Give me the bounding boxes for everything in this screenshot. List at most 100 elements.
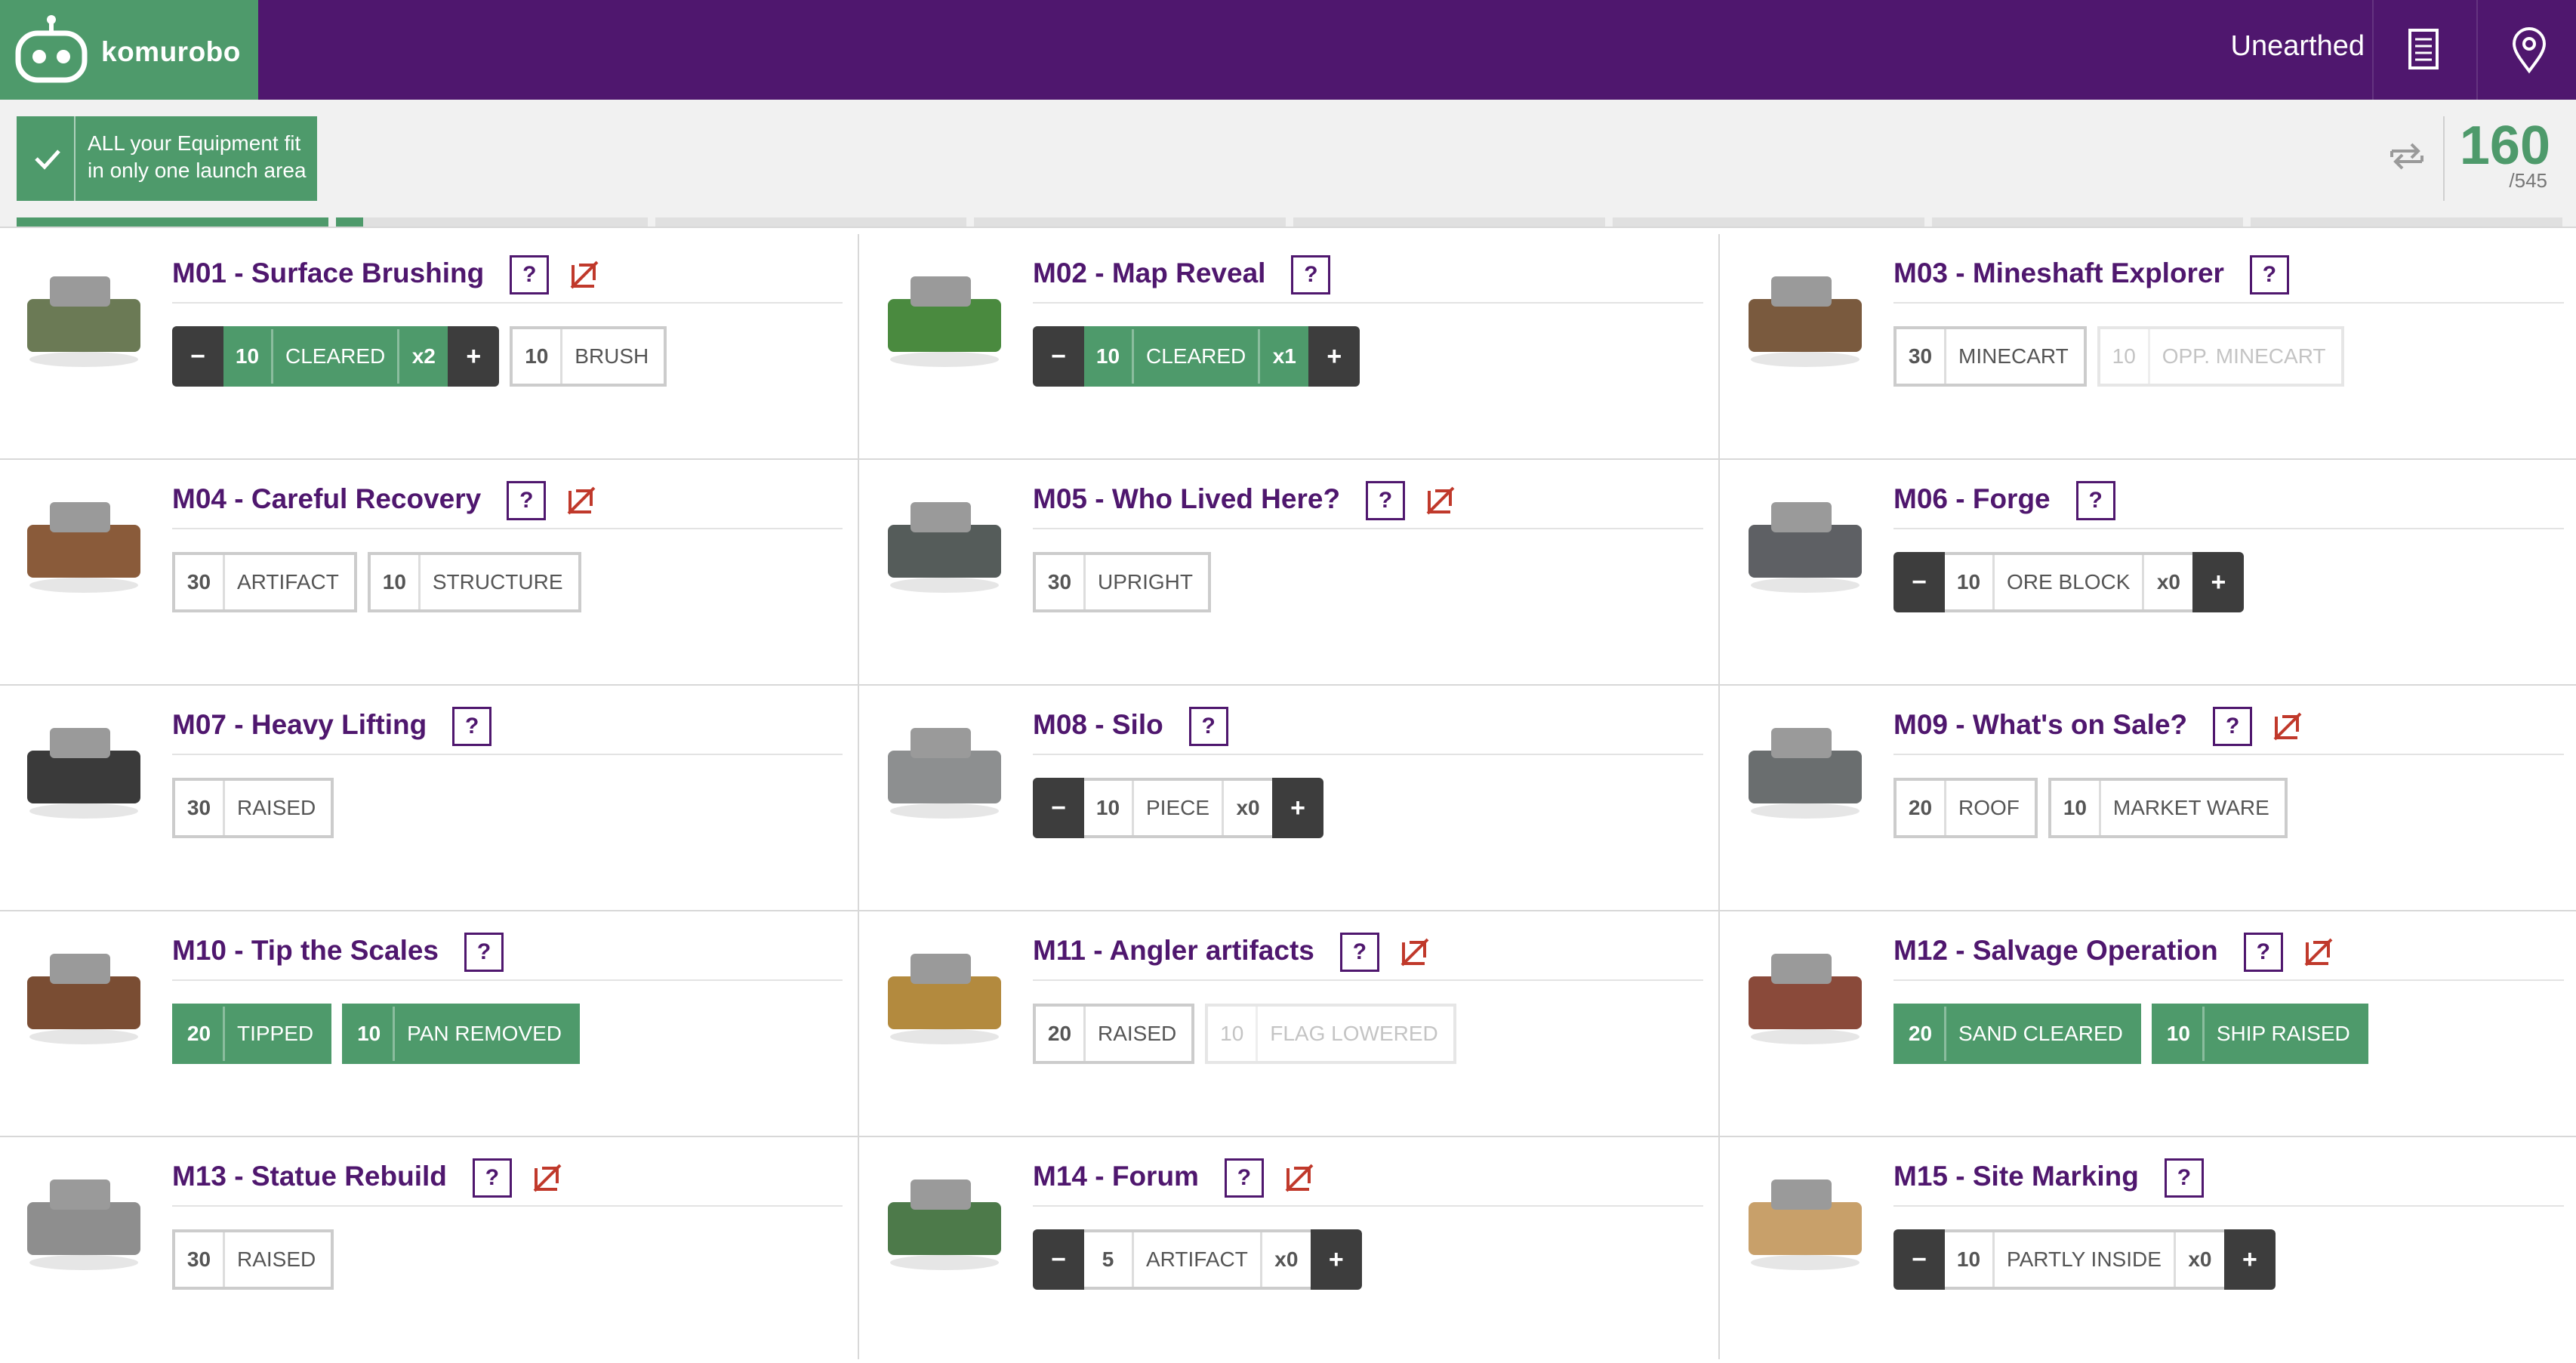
task-toggle[interactable]: 10 STRUCTURE — [367, 552, 581, 612]
mission-card-m13: M13 - Statue Rebuild? 30 RAISED — [0, 1137, 859, 1363]
header-divider — [2372, 0, 2374, 100]
task-points: 10 — [513, 329, 563, 384]
help-button[interactable]: ? — [2243, 933, 2283, 972]
help-button[interactable]: ? — [464, 933, 504, 972]
task-multiplier: x2 — [411, 344, 436, 368]
task-points: 10 — [1084, 781, 1134, 835]
mission-title: M06 - Forge? — [1893, 481, 2115, 520]
progress-segment — [1293, 217, 1605, 227]
help-button[interactable]: ? — [2164, 1158, 2204, 1198]
help-button[interactable]: ? — [2075, 481, 2115, 520]
score-progress-bar — [17, 217, 2562, 227]
title-underline — [1033, 979, 1703, 981]
mission-card-m10: M10 - Tip the Scales? 20 TIPPED 10 PAN REMOV… — [0, 911, 859, 1137]
task-toggle[interactable]: 10 SHIP RAISED — [2151, 1004, 2368, 1064]
help-button[interactable]: ? — [510, 255, 550, 294]
mission-model-image — [27, 954, 140, 1044]
season-name[interactable]: Unearthed — [2231, 30, 2365, 63]
progress-segment — [655, 217, 967, 227]
decrement-button[interactable]: − — [1033, 326, 1084, 387]
mission-controls: 30 UPRIGHT — [1033, 552, 1211, 612]
mission-controls: 30 RAISED — [172, 778, 334, 838]
task-toggle[interactable]: 30 ARTIFACT — [172, 552, 357, 612]
title-underline — [172, 1205, 843, 1207]
help-button[interactable]: ? — [2249, 255, 2289, 294]
no-interference-icon[interactable] — [1425, 485, 1456, 517]
no-interference-icon[interactable] — [565, 485, 597, 517]
mission-model-image — [888, 728, 1001, 819]
task-toggle[interactable]: 10 BRUSH — [510, 326, 667, 387]
no-interference-icon[interactable] — [2303, 936, 2334, 968]
help-button[interactable]: ? — [472, 1158, 512, 1198]
task-label: UPRIGHT — [1098, 570, 1193, 594]
reset-icon[interactable] — [2384, 133, 2430, 178]
task-toggle[interactable]: 30 UPRIGHT — [1033, 552, 1211, 612]
help-button[interactable]: ? — [1188, 707, 1228, 746]
increment-button[interactable]: + — [448, 326, 500, 387]
app-logo[interactable]: komurobo — [0, 0, 258, 100]
counter-value: 10 CLEARED x2 — [223, 326, 448, 387]
mission-title-text: M13 - Statue Rebuild — [172, 1160, 447, 1192]
decrement-button[interactable]: − — [1033, 778, 1084, 838]
task-label: SAND CLEARED — [1958, 1022, 2123, 1045]
help-button[interactable]: ? — [452, 707, 492, 746]
decrement-button[interactable]: − — [1893, 552, 1945, 612]
task-points: 10 — [345, 1007, 396, 1061]
task-counter: −10 PARTLY INSIDE x0 + — [1893, 1229, 2276, 1290]
scoresheet-icon[interactable] — [2396, 23, 2451, 77]
mission-model-image — [888, 1180, 1001, 1270]
mission-controls: 30 RAISED — [172, 1229, 334, 1290]
task-toggle[interactable]: 20 RAISED — [1033, 1004, 1195, 1064]
decrement-button[interactable]: − — [1033, 1229, 1084, 1290]
task-label: MINECART — [1958, 344, 2069, 368]
task-points: 30 — [175, 781, 225, 835]
mission-controls: 30 MINECART 10 OPP. MINECART — [1893, 326, 2344, 387]
task-toggle[interactable]: 30 RAISED — [172, 1229, 334, 1290]
mission-model-image — [888, 954, 1001, 1044]
increment-button[interactable]: + — [2192, 552, 2245, 612]
no-interference-icon[interactable] — [569, 259, 600, 291]
task-points: 10 — [1945, 555, 1995, 609]
help-button[interactable]: ? — [1339, 933, 1379, 972]
mission-title-text: M04 - Careful Recovery — [172, 483, 482, 514]
task-toggle[interactable]: 20 ROOF — [1893, 778, 2038, 838]
increment-button[interactable]: + — [1310, 1229, 1362, 1290]
decrement-button[interactable]: − — [172, 326, 223, 387]
help-button[interactable]: ? — [1291, 255, 1331, 294]
location-pin-icon[interactable] — [2502, 23, 2556, 77]
task-toggle[interactable]: 20 SAND CLEARED — [1893, 1004, 2141, 1064]
help-button[interactable]: ? — [507, 481, 547, 520]
no-interference-icon[interactable] — [532, 1162, 563, 1194]
mission-model-image — [27, 276, 140, 367]
task-label: PAN REMOVED — [407, 1022, 562, 1045]
task-toggle[interactable]: 30 RAISED — [172, 778, 334, 838]
mission-controls: −10 PARTLY INSIDE x0 + — [1893, 1229, 2276, 1290]
no-interference-icon[interactable] — [1399, 936, 1431, 968]
no-interference-icon[interactable] — [1283, 1162, 1315, 1194]
task-label: ARTIFACT — [237, 570, 339, 594]
help-button[interactable]: ? — [1366, 481, 1406, 520]
help-button[interactable]: ? — [1224, 1158, 1264, 1198]
title-underline — [1033, 754, 1703, 755]
increment-button[interactable]: + — [1272, 778, 1324, 838]
increment-button[interactable]: + — [1308, 326, 1360, 387]
task-points: 30 — [175, 555, 225, 609]
decrement-button[interactable]: − — [1893, 1229, 1945, 1290]
mission-title: M14 - Forum? — [1033, 1158, 1315, 1198]
task-toggle[interactable]: 20 TIPPED — [172, 1004, 332, 1064]
mission-title-text: M10 - Tip the Scales — [172, 934, 439, 966]
task-toggle[interactable]: 30 MINECART — [1893, 326, 2087, 387]
task-label: MARKET WARE — [2112, 796, 2269, 819]
task-points: 30 — [175, 1232, 225, 1287]
counter-value: 5 ARTIFACT x0 — [1084, 1229, 1311, 1290]
mission-title-text: M08 - Silo — [1033, 708, 1163, 740]
mission-card-m04: M04 - Careful Recovery? 30 ARTIFACT 10 STRUC… — [0, 460, 859, 686]
help-button[interactable]: ? — [2213, 707, 2253, 746]
task-label: PARTLY INSIDE — [1995, 1232, 2176, 1287]
no-interference-icon[interactable] — [2272, 711, 2303, 742]
increment-button[interactable]: + — [2223, 1229, 2276, 1290]
mission-title: M03 - Mineshaft Explorer? — [1893, 255, 2289, 294]
title-underline — [1893, 979, 2564, 981]
task-toggle[interactable]: 10 MARKET WARE — [2048, 778, 2288, 838]
task-toggle[interactable]: 10 PAN REMOVED — [342, 1004, 580, 1064]
